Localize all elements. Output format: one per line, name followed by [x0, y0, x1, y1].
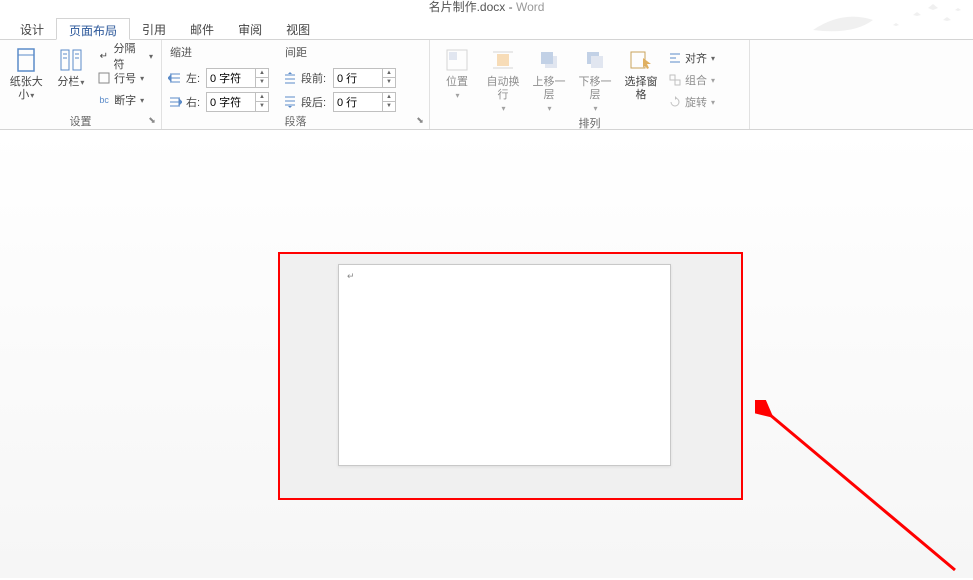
group-icon	[668, 73, 682, 87]
position-icon	[443, 46, 471, 74]
group-page-setup: 纸张大小▾ 分栏▾ ↵ 分隔符▾ 行号▾ bc 断字▾	[0, 40, 162, 129]
setup-launcher[interactable]: ⬊	[146, 114, 158, 126]
space-before-input[interactable]	[334, 71, 382, 85]
spin-down[interactable]: ▼	[383, 102, 395, 111]
indent-title: 缩进	[168, 44, 269, 60]
space-before-spinner[interactable]: ▲▼	[333, 68, 396, 88]
group-arrange: 位置▾ 自动换行▾ 上移一层▾ 下移一层▾ 选择窗格 对齐▾	[430, 40, 750, 129]
indent-right-label: 右:	[186, 94, 202, 110]
position-button[interactable]: 位置▾	[436, 44, 478, 102]
space-after-input[interactable]	[334, 95, 382, 109]
spin-down[interactable]: ▼	[256, 102, 268, 111]
spin-up[interactable]: ▲	[256, 69, 268, 78]
annotation-arrow	[755, 400, 965, 580]
ribbon-tabs: 设计 页面布局 引用 邮件 审阅 视图	[0, 18, 973, 40]
doc-title: 名片制作.docx	[429, 0, 506, 14]
hyphenation-button[interactable]: bc 断字▾	[95, 90, 155, 110]
breaks-icon: ↵	[97, 49, 110, 63]
indent-left-input[interactable]	[207, 71, 255, 85]
tab-design[interactable]: 设计	[8, 18, 56, 39]
spin-down[interactable]: ▼	[256, 78, 268, 87]
spacing-title: 间距	[283, 44, 396, 60]
title-bar: 名片制作.docx - Word	[0, 0, 973, 18]
paper-size-button[interactable]: 纸张大小▾	[6, 44, 47, 102]
paragraph-launcher[interactable]: ⬊	[414, 114, 426, 126]
spin-down[interactable]: ▼	[383, 78, 395, 87]
group-label-arrange: 排列	[436, 115, 743, 131]
tab-references[interactable]: 引用	[130, 18, 178, 39]
hyphenation-icon: bc	[97, 93, 111, 107]
indent-right-input[interactable]	[207, 95, 255, 109]
group-paragraph: 缩进 左: ▲▼ 右:	[162, 40, 430, 129]
paragraph-mark-icon: ↵	[347, 271, 355, 282]
indent-right-spinner[interactable]: ▲▼	[206, 92, 269, 112]
spin-up[interactable]: ▲	[256, 93, 268, 102]
ribbon: 纸张大小▾ 分栏▾ ↵ 分隔符▾ 行号▾ bc 断字▾	[0, 40, 973, 130]
align-button[interactable]: 对齐▾	[666, 48, 717, 68]
tab-page-layout[interactable]: 页面布局	[56, 18, 130, 40]
send-backward-icon	[581, 46, 609, 74]
document-area: ↵	[0, 130, 973, 578]
space-after-label: 段后:	[301, 94, 329, 110]
space-after-spinner[interactable]: ▲▼	[333, 92, 396, 112]
selection-pane-button[interactable]: 选择窗格	[620, 44, 662, 102]
rotate-icon	[668, 95, 682, 109]
space-after-icon	[283, 95, 297, 109]
align-icon	[668, 51, 682, 65]
breaks-button[interactable]: ↵ 分隔符▾	[95, 46, 155, 66]
group-label-paragraph: 段落	[168, 113, 423, 129]
columns-button[interactable]: 分栏▾	[51, 44, 92, 89]
indent-left-icon	[168, 71, 182, 85]
line-numbers-button[interactable]: 行号▾	[95, 68, 155, 88]
tab-review[interactable]: 审阅	[226, 18, 274, 39]
spin-up[interactable]: ▲	[383, 69, 395, 78]
group-button[interactable]: 组合▾	[666, 70, 717, 90]
document-page[interactable]: ↵	[338, 264, 671, 466]
tab-view[interactable]: 视图	[274, 18, 322, 39]
wrap-icon	[489, 46, 517, 74]
space-before-icon	[283, 71, 297, 85]
app-name: Word	[516, 0, 544, 14]
rotate-button[interactable]: 旋转▾	[666, 92, 717, 112]
tab-mail[interactable]: 邮件	[178, 18, 226, 39]
bring-forward-icon	[535, 46, 563, 74]
line-numbers-icon	[97, 71, 111, 85]
paper-size-icon	[12, 46, 40, 74]
group-label-setup: 设置	[6, 113, 155, 129]
indent-left-label: 左:	[186, 70, 202, 86]
indent-right-icon	[168, 95, 182, 109]
selection-pane-icon	[627, 46, 655, 74]
spin-up[interactable]: ▲	[383, 93, 395, 102]
columns-icon	[57, 46, 85, 74]
wrap-text-button[interactable]: 自动换行▾	[482, 44, 524, 115]
send-backward-button[interactable]: 下移一层▾	[574, 44, 616, 115]
indent-left-spinner[interactable]: ▲▼	[206, 68, 269, 88]
space-before-label: 段前:	[301, 70, 329, 86]
bring-forward-button[interactable]: 上移一层▾	[528, 44, 570, 115]
